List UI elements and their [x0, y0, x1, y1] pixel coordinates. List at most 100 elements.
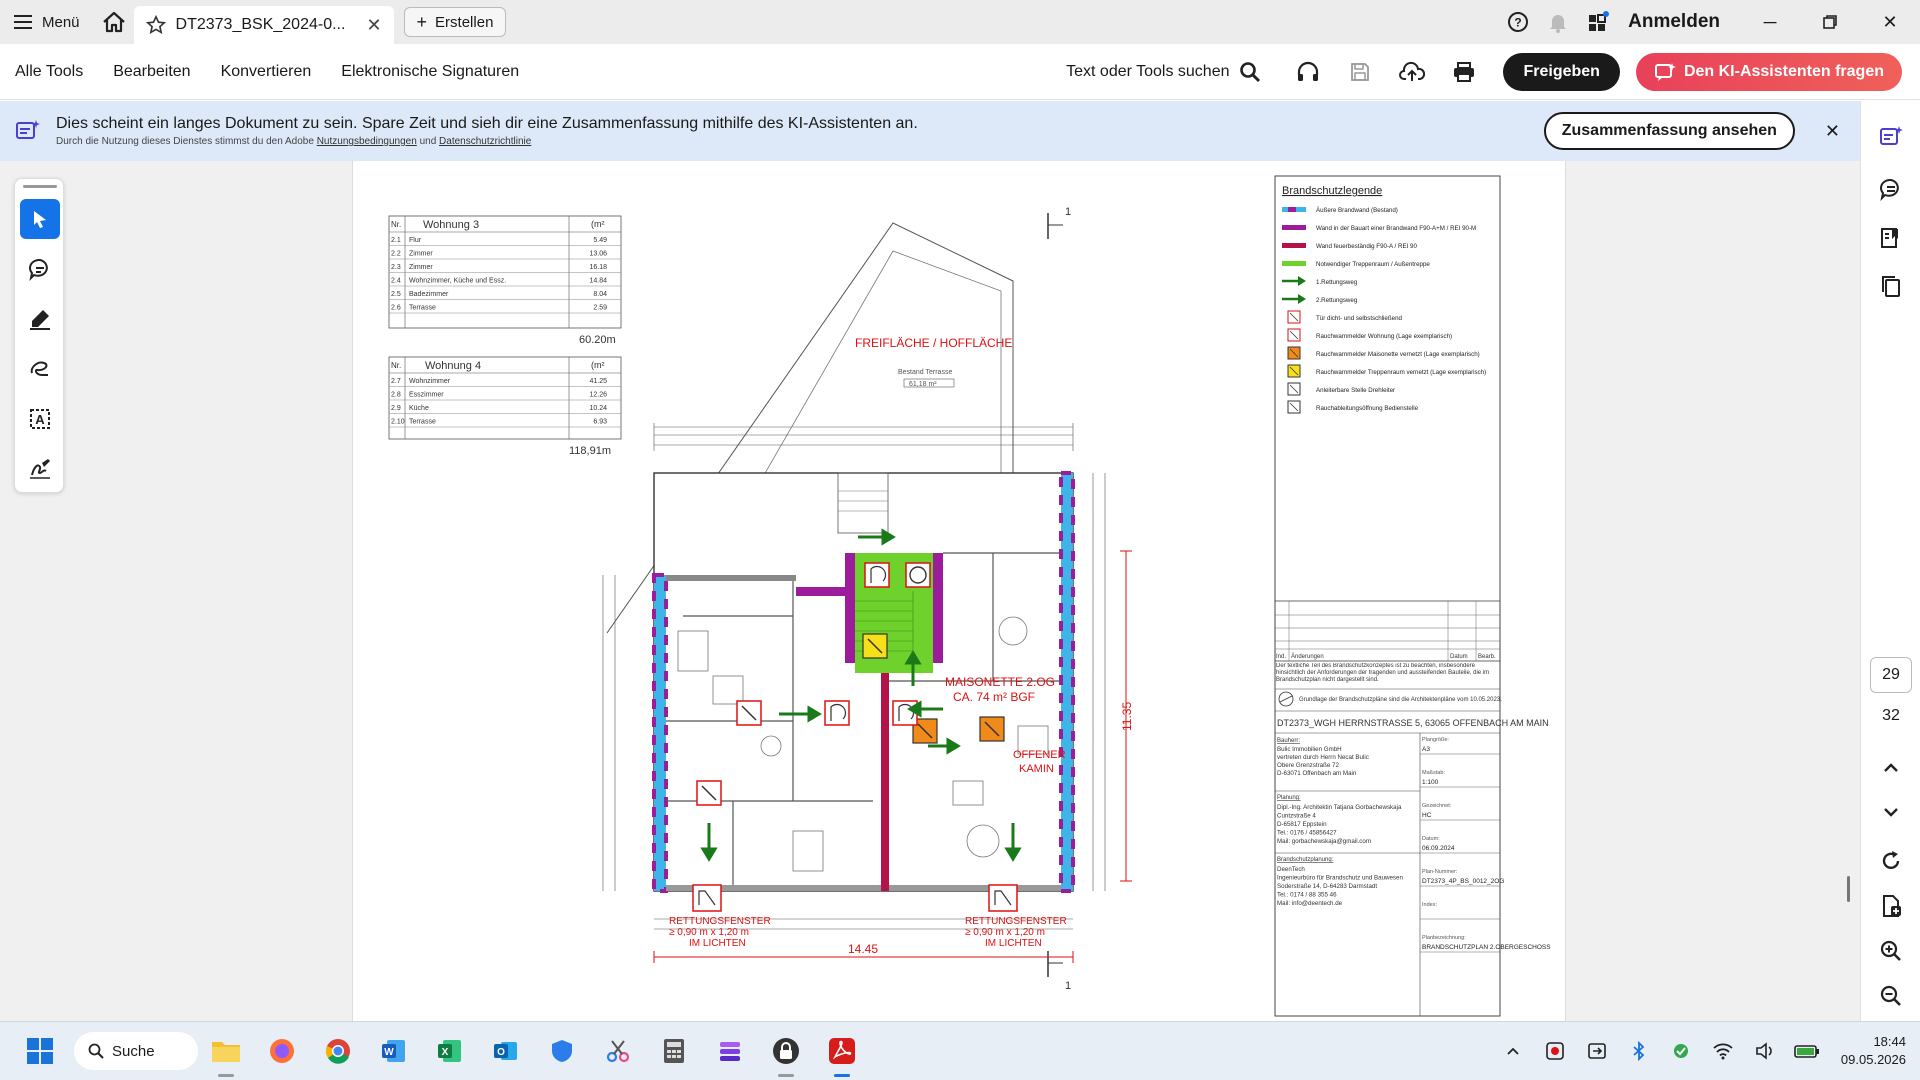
- copy-pages-icon: [1882, 276, 1900, 297]
- tray-app-2[interactable]: [1579, 1031, 1615, 1071]
- zoom-out-button[interactable]: [1876, 981, 1906, 1011]
- pages-panel-button[interactable]: [1876, 271, 1906, 301]
- room-name: Wohnzimmer: [409, 378, 451, 385]
- sign-in-button[interactable]: Anmelden: [1618, 11, 1740, 33]
- menu-esign[interactable]: Elektronische Signaturen: [326, 63, 534, 81]
- start-button[interactable]: [10, 1022, 70, 1080]
- bluetooth-icon: [1633, 1041, 1645, 1061]
- snipping-tool-app[interactable]: [590, 1022, 646, 1080]
- upload-button[interactable]: [1389, 52, 1435, 92]
- tray-app-1[interactable]: [1537, 1031, 1573, 1071]
- outlook-app[interactable]: O: [478, 1022, 534, 1080]
- width-dimension-label: 14.45: [848, 942, 878, 956]
- menu-convert[interactable]: Konvertieren: [206, 63, 327, 81]
- share-button[interactable]: Freigeben: [1503, 52, 1620, 91]
- zoom-in-button[interactable]: [1876, 936, 1906, 966]
- rotate-button[interactable]: [1876, 846, 1906, 876]
- volume-button[interactable]: [1747, 1031, 1783, 1071]
- minimize-button[interactable]: ─: [1740, 0, 1800, 44]
- home-button[interactable]: [94, 0, 134, 44]
- legend-bsp-label: Brandschutzplanung:: [1277, 857, 1334, 863]
- close-window-button[interactable]: ✕: [1860, 0, 1920, 44]
- bluetooth-button[interactable]: [1621, 1031, 1657, 1071]
- ai-assistant-panel-button[interactable]: [1876, 122, 1906, 152]
- smoke-detector-apartment: [736, 700, 762, 726]
- apt4-total: 118,91m: [569, 445, 611, 457]
- search-tools-button[interactable]: Text oder Tools suchen: [1066, 61, 1261, 83]
- legend-item: 1.Rettungsweg: [1282, 276, 1358, 286]
- excel-app[interactable]: X: [422, 1022, 478, 1080]
- panel-drag-handle[interactable]: [23, 185, 57, 188]
- close-tab-icon[interactable]: ✕: [366, 15, 381, 36]
- apps-button[interactable]: [1578, 0, 1618, 44]
- room-number: 2.2: [391, 251, 401, 258]
- zoom-out-icon: [1880, 985, 1901, 1006]
- page-tools-button[interactable]: [1876, 891, 1906, 921]
- star-icon[interactable]: [145, 15, 166, 35]
- vpn-app[interactable]: [534, 1022, 590, 1080]
- maximize-button[interactable]: [1800, 0, 1860, 44]
- help-button[interactable]: ?: [1498, 0, 1538, 44]
- comment-tool-button[interactable]: [20, 249, 60, 289]
- lock-app[interactable]: [758, 1022, 814, 1080]
- acrobat-app[interactable]: [814, 1022, 870, 1080]
- bookmarks-panel-button[interactable]: [1876, 223, 1906, 253]
- document-viewport[interactable]: Nr. Wohnung 3 (m² 2.1 Flur 5.49 2.2 Zimmer 13…: [0, 161, 1860, 1021]
- highlight-tool-button[interactable]: [20, 299, 60, 339]
- scrollbar-thumb[interactable]: [1847, 876, 1850, 902]
- document-tab[interactable]: DT2373_BSK_2024-0... ✕: [133, 6, 394, 44]
- self-closing-door: [864, 562, 890, 588]
- cloud-upload-icon: [1399, 61, 1426, 81]
- close-banner-icon[interactable]: ✕: [1825, 121, 1840, 142]
- word-icon: W: [382, 1040, 405, 1062]
- wifi-button[interactable]: [1705, 1031, 1741, 1071]
- title-block-line: Mail: gorbachewskaja@gmail.com: [1277, 838, 1371, 845]
- select-tool-button[interactable]: [20, 199, 60, 239]
- read-aloud-button[interactable]: [1285, 52, 1331, 92]
- legend-item: Tür dicht- und selbstschließend: [1287, 310, 1403, 324]
- title-field-label: Plan-Nummer:: [1422, 869, 1458, 875]
- menu-edit[interactable]: Bearbeiten: [98, 63, 205, 81]
- apt3-header-title: Wohnung 3: [423, 219, 479, 231]
- legend-item: Rauchwarnmelder Wohnung (Lage exemplaris…: [1287, 328, 1452, 342]
- title-block-line: Soderstraße 14, D-64283 Darmstadt: [1277, 883, 1377, 890]
- toolbar: Alle Tools Bearbeiten Konvertieren Elekt…: [0, 44, 1920, 100]
- folder-icon: [212, 1042, 240, 1062]
- clock[interactable]: 18:44 09.05.2026: [1841, 1033, 1906, 1069]
- calculator-app[interactable]: [646, 1022, 702, 1080]
- text-box-icon: A: [30, 409, 50, 429]
- file-explorer-app[interactable]: [198, 1022, 254, 1080]
- stack-app[interactable]: [702, 1022, 758, 1080]
- draw-tool-button[interactable]: [20, 349, 60, 389]
- previous-page-button[interactable]: [1876, 753, 1906, 783]
- chrome-app[interactable]: [310, 1022, 366, 1080]
- next-page-button[interactable]: [1876, 797, 1906, 827]
- acrobat-icon: [829, 1038, 855, 1064]
- save-button[interactable]: [1337, 52, 1383, 92]
- privacy-link[interactable]: Datenschutzrichtlinie: [439, 136, 531, 147]
- sign-tool-button[interactable]: [20, 449, 60, 489]
- text-tool-button[interactable]: A: [20, 399, 60, 439]
- apt3-total: 60.20m: [579, 334, 616, 346]
- main-menu-button[interactable]: Menü: [0, 0, 94, 44]
- battery-button[interactable]: [1789, 1031, 1825, 1071]
- legend-item-label: Rauchwarnmelder Wohnung (Lage exemplaris…: [1316, 333, 1452, 340]
- word-app[interactable]: W: [366, 1022, 422, 1080]
- print-button[interactable]: [1441, 52, 1487, 92]
- firefox-app[interactable]: [254, 1022, 310, 1080]
- smoke-detector-maisonette: [979, 716, 1005, 742]
- terms-link[interactable]: Nutzungsbedingungen: [317, 136, 417, 147]
- legend-item-label: Wand in der Bauart einer Brandwand F90-A…: [1316, 225, 1476, 232]
- rev-header-index: Ind.: [1276, 654, 1286, 660]
- ai-assistant-button[interactable]: Den KI-Assistenten fragen: [1635, 52, 1902, 91]
- show-hidden-icons-button[interactable]: [1495, 1031, 1531, 1071]
- tray-app-3[interactable]: [1663, 1031, 1699, 1071]
- create-button[interactable]: + Erstellen: [403, 7, 507, 37]
- menu-all-tools[interactable]: Alle Tools: [0, 63, 98, 81]
- taskbar-search[interactable]: Suche: [74, 1032, 198, 1070]
- notifications-button[interactable]: [1538, 0, 1578, 44]
- page-number-input[interactable]: 29: [1870, 657, 1912, 693]
- comments-panel-button[interactable]: [1876, 174, 1906, 204]
- room-number: 2.5: [391, 291, 401, 298]
- view-summary-button[interactable]: Zusammenfassung ansehen: [1543, 112, 1795, 150]
